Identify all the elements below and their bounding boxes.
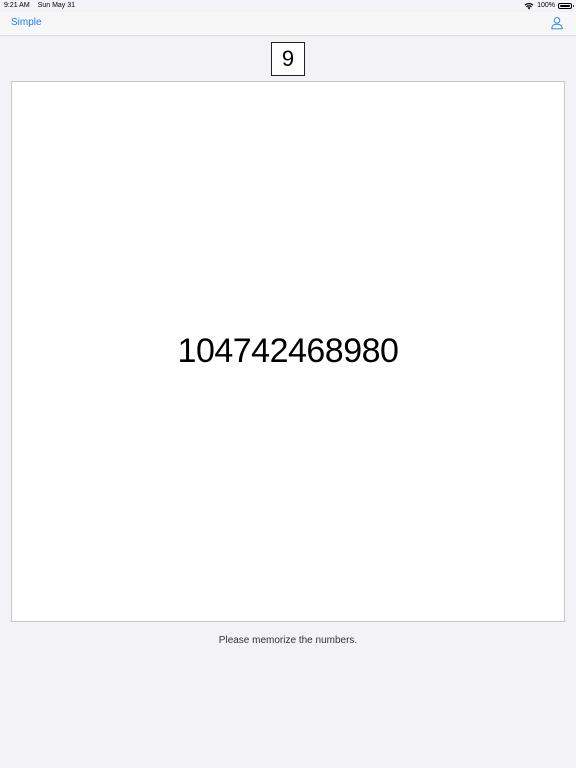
- status-time: 9:21 AM: [4, 2, 30, 9]
- person-icon[interactable]: [550, 16, 564, 30]
- status-right: 100%: [524, 0, 574, 12]
- navigation-bar: Simple: [0, 12, 576, 36]
- status-left: 9:21 AM Sun May 31: [4, 0, 75, 12]
- status-date: Sun May 31: [37, 2, 76, 9]
- countdown-counter: 9: [271, 42, 305, 76]
- number-display-card: 104742468980: [11, 81, 565, 622]
- instruction-text: Please memorize the numbers.: [218, 635, 358, 646]
- status-bar: 9:21 AM Sun May 31 100%: [0, 0, 576, 12]
- battery-percentage: 100%: [537, 2, 555, 9]
- battery-icon: [558, 3, 574, 9]
- back-button[interactable]: Simple: [11, 17, 42, 28]
- number-sequence: 104742468980: [177, 332, 399, 370]
- battery-fill: [560, 5, 570, 7]
- wifi-icon: [524, 2, 534, 10]
- battery-cap: [572, 5, 574, 7]
